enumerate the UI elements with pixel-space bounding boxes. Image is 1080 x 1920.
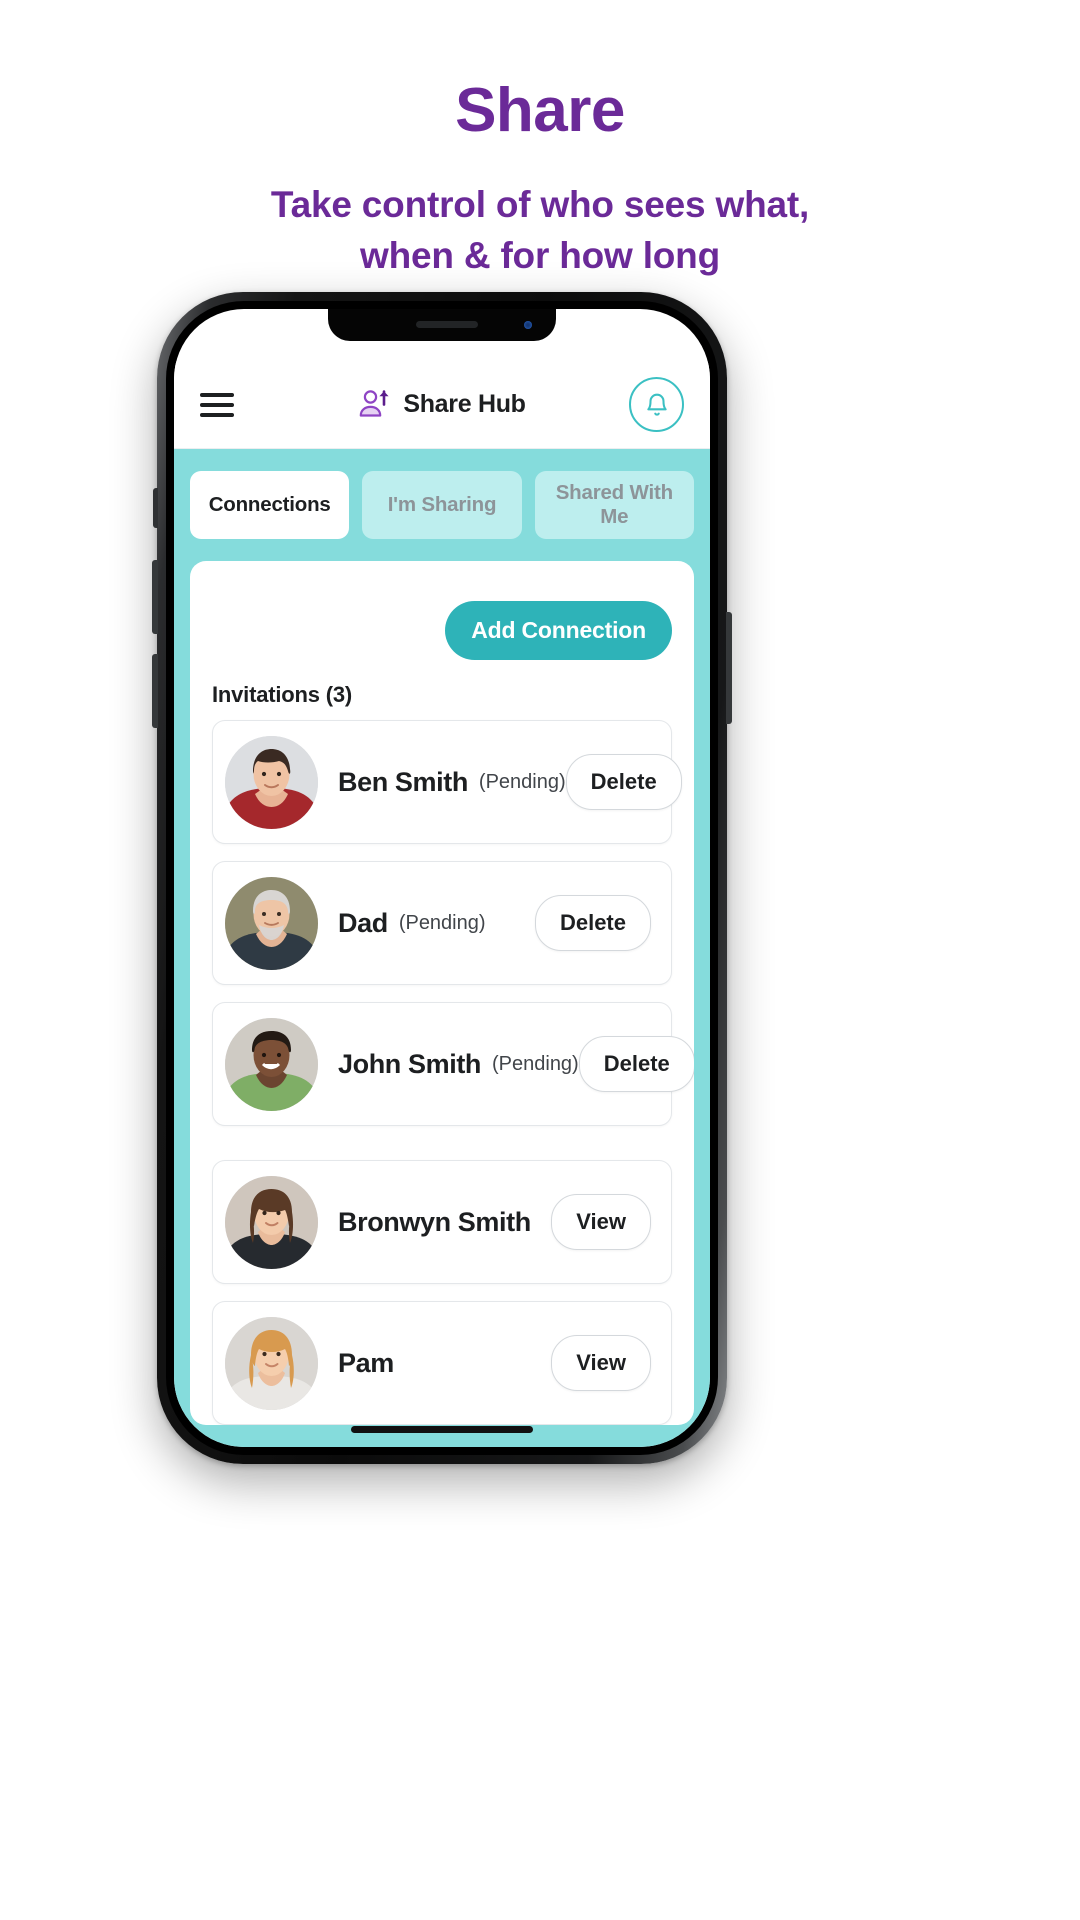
connections-list: Bronwyn Smith View Pam View bbox=[212, 1160, 672, 1425]
invitations-heading: Invitations (3) bbox=[212, 682, 353, 707]
phone-mockup: Share Hub Connections I'm Sharing Shared… bbox=[152, 292, 732, 1464]
status-badge: (Pending) bbox=[478, 770, 566, 793]
add-connection-button[interactable]: Add Connection bbox=[445, 601, 672, 660]
avatar bbox=[225, 735, 318, 829]
subtitle-line-2: when & for how long bbox=[360, 235, 720, 277]
front-camera-icon bbox=[524, 321, 532, 329]
hamburger-menu-icon[interactable] bbox=[200, 392, 234, 417]
list-item[interactable]: Ben Smith (Pending) Delete bbox=[212, 720, 682, 844]
tab-bar: Connections I'm Sharing Shared With Me bbox=[190, 471, 694, 539]
delete-button[interactable]: Delete bbox=[578, 1036, 694, 1092]
avatar bbox=[225, 1017, 318, 1111]
app-header: Share Hub bbox=[174, 361, 710, 449]
list-item[interactable]: Dad (Pending) Delete bbox=[212, 861, 672, 985]
contact-name: Pam bbox=[338, 1347, 394, 1378]
silent-switch bbox=[153, 488, 158, 528]
list-item[interactable]: John Smith (Pending) Delete bbox=[212, 1002, 694, 1126]
phone-screen: Share Hub Connections I'm Sharing Shared… bbox=[174, 309, 710, 1447]
app-body: Connections I'm Sharing Shared With Me A… bbox=[174, 449, 710, 1447]
tab-shared-with-me[interactable]: Shared With Me bbox=[534, 471, 694, 539]
volume-up-button bbox=[152, 560, 158, 634]
view-button[interactable]: View bbox=[551, 1194, 651, 1250]
contact-name: Dad bbox=[338, 907, 388, 938]
delete-button[interactable]: Delete bbox=[565, 754, 682, 810]
subtitle-line-1: Take control of who sees what, bbox=[270, 184, 810, 226]
avatar bbox=[225, 1175, 318, 1269]
view-button[interactable]: View bbox=[551, 1335, 651, 1391]
contact-name: John Smith bbox=[338, 1048, 481, 1079]
delete-button[interactable]: Delete bbox=[534, 895, 651, 951]
status-badge: (Pending) bbox=[398, 911, 486, 934]
panel-toolbar: Add Connection bbox=[212, 585, 672, 660]
content-panel: Add Connection Invitations (3) Ben Smith… bbox=[190, 561, 694, 1425]
contact-name: Ben Smith bbox=[338, 766, 468, 797]
bell-icon[interactable] bbox=[629, 377, 684, 432]
app-title: Share Hub bbox=[403, 390, 526, 418]
list-item[interactable]: Pam View bbox=[212, 1301, 672, 1425]
contact-name: Bronwyn Smith bbox=[338, 1206, 531, 1237]
promo-page: Share Take control of who sees what, whe… bbox=[0, 0, 1080, 1920]
page-subtitle: Take control of who sees what, when & fo… bbox=[0, 179, 1080, 281]
phone-bezel: Share Hub Connections I'm Sharing Shared… bbox=[166, 301, 718, 1455]
avatar bbox=[225, 876, 318, 970]
volume-down-button bbox=[152, 654, 158, 728]
tab-connections[interactable]: Connections bbox=[190, 471, 350, 539]
power-button bbox=[726, 612, 732, 724]
avatar bbox=[225, 1316, 318, 1410]
phone-notch bbox=[328, 309, 556, 341]
status-badge: (Pending) bbox=[492, 1052, 579, 1075]
page-title: Share bbox=[455, 76, 625, 145]
home-indicator bbox=[351, 1426, 533, 1433]
list-item[interactable]: Bronwyn Smith View bbox=[212, 1160, 672, 1284]
tab-im-sharing[interactable]: I'm Sharing bbox=[362, 471, 522, 539]
person-share-up-arrow-icon bbox=[358, 388, 392, 422]
promo-header: Share Take control of who sees what, whe… bbox=[0, 0, 1080, 281]
invitations-list: Ben Smith (Pending) Delete Dad (Pending)… bbox=[212, 720, 694, 1126]
earpiece-speaker bbox=[415, 321, 478, 328]
